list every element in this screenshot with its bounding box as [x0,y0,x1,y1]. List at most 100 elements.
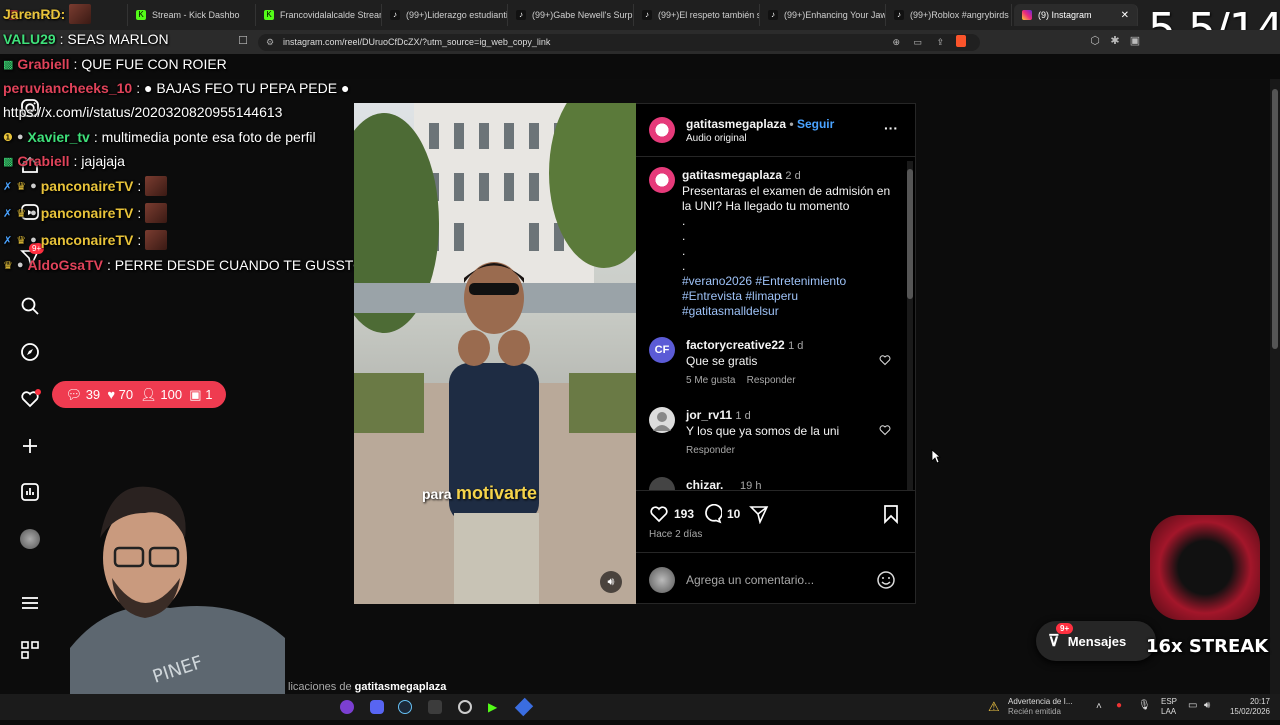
mouse-cursor-icon [931,449,941,464]
commenter-avatar[interactable] [649,477,675,491]
extension-icon[interactable]: ⬡ [1088,34,1102,48]
badge-icon: ● [16,131,24,143]
dashboard-icon[interactable] [19,481,41,503]
brave-shield-icon[interactable] [956,35,966,47]
kick-icon: K [136,10,146,20]
bookmark-icon[interactable]: ☐ [236,34,250,48]
browser-tab[interactable]: ♪ (99+)Enhancing Your Jawli [760,4,886,26]
commenter-avatar[interactable]: CF [649,337,675,363]
chat-message: ✗ ♛ ● panconaireTV: [3,230,168,250]
taskbar: ▶ ⚠ Advertencia de I... Recién emitida ˄… [0,694,1280,720]
chat-message: https://x.com/i/status/20203208209551446… [3,104,283,120]
reel-video[interactable]: para motivarte 🔊︎ [354,103,636,604]
chat-message: ✗ ♛ ● panconaireTV: [3,176,168,196]
comment-like-icon[interactable] [879,424,891,436]
tiktok-icon: ♪ [390,10,400,20]
browser-tab[interactable]: ♪ (99+)Roblox #angrybirds [886,4,1012,26]
comments-scrollbar[interactable] [907,161,913,491]
hashtag-link[interactable]: #verano2026 #Entretenimiento [682,274,846,288]
instagram-icon [1022,10,1032,20]
app-icon[interactable] [340,700,354,714]
streamer-webcam: PINEF [70,478,285,720]
create-icon[interactable] [19,435,41,457]
author-username[interactable]: gatitasmegaplaza [686,117,786,131]
close-icon[interactable]: ✕ [1121,10,1129,21]
comment-count[interactable]: 10 [727,507,740,521]
emoji-icon[interactable] [876,570,896,590]
site-info-icon[interactable]: ⚙ [266,34,274,51]
profile-avatar[interactable] [19,528,41,550]
kick-app-icon[interactable]: ▶ [488,700,497,714]
reply-button[interactable]: Responder [686,445,735,456]
badge-icon: ● [30,207,37,219]
more-options-icon[interactable]: ··· [884,120,898,136]
search-icon[interactable] [19,295,41,317]
chat-message: ▩ Grabiell: jajajaja [3,153,125,169]
comment: jor_rv11 1 d [686,408,751,422]
streak-mascot [1150,515,1260,620]
volume-icon[interactable]: 🔊︎ [600,571,622,593]
chat-message: ▩ Grabiell: QUE FUE CON ROIER [3,56,227,72]
explore-icon[interactable] [19,341,41,363]
follow-button[interactable]: Seguir [797,117,834,131]
emote-image [145,203,168,223]
more-apps-icon[interactable] [19,639,41,661]
volume-icon[interactable]: 🔊︎ [1204,700,1210,711]
browser-tab[interactable]: K Francovidalalcalde Stream [256,4,382,26]
browser-tab-bar: JarenRD: K Stream - Kick Dashbo K Franco… [0,0,1280,30]
comment-likes[interactable]: 5 Me gusta [686,375,735,386]
warning-icon[interactable]: ⚠ [988,699,1000,715]
browser-tab[interactable]: ♪ (99+)Liderazgo estudiantil [382,4,508,26]
like-count[interactable]: 193 [674,507,694,521]
messages-button[interactable]: ⊽ 9+ Mensajes [1036,621,1156,661]
video-caption: para motivarte [422,483,538,503]
stream-stats-pill: 💬︎ 39 ♥ 70 👤︎ 100 ▣ 1 [52,381,226,408]
comment-like-icon[interactable] [879,354,891,366]
menu-icon[interactable] [19,592,41,614]
network-icon[interactable]: ▭ [1188,700,1197,711]
sub-stat: ▣ 1 [189,386,213,402]
divider [636,552,915,553]
chevron-up-icon[interactable]: ˄ [1096,701,1102,712]
obs-icon[interactable] [458,700,472,714]
browser-tab[interactable]: K Stream - Kick Dashbo [128,4,256,26]
comment-icon[interactable] [702,504,722,524]
notification-title[interactable]: Advertencia de I... [1008,697,1072,706]
caption-avatar[interactable] [649,167,675,193]
app-tray-icon[interactable]: ● [1116,700,1122,711]
audio-label[interactable]: Audio original [686,133,747,144]
browser-tab[interactable]: ♪ (99+)El respeto también s [634,4,760,26]
browser-tab[interactable]: ♪ (99+)Gabe Newell's Surp [508,4,634,26]
post-date[interactable]: Hace 2 días [649,529,702,540]
clock-date[interactable]: 15/02/2026 [1222,707,1270,716]
app-icon[interactable] [428,700,442,714]
divider [636,490,915,491]
share-icon[interactable]: ⇪ [936,34,944,51]
page-scrollbar[interactable] [1270,79,1280,694]
app-icon[interactable] [514,697,534,717]
zoom-icon[interactable]: ⊕ [892,34,900,51]
like-icon[interactable] [649,504,669,524]
heart-icon[interactable] [19,388,41,410]
divider [636,156,915,157]
sidebar-icon[interactable]: ▣ [1128,34,1142,48]
browser-tab-active[interactable]: (9) Instagram ✕ [1014,4,1138,26]
language-indicator[interactable]: ESP [1161,697,1177,706]
clock-time[interactable]: 20:17 [1230,697,1270,706]
install-icon[interactable]: ▭ [913,34,922,51]
reply-button[interactable]: Responder [747,375,796,386]
commenter-avatar[interactable] [649,407,675,433]
puzzle-icon[interactable]: ✱ [1108,34,1122,48]
more-posts-heading: licaciones de gatitasmegaplaza [288,681,447,693]
author-avatar[interactable] [649,117,675,143]
mic-icon[interactable]: 🎙︎ [1138,700,1151,711]
save-icon[interactable] [882,504,900,524]
hashtag-link[interactable]: #gatitasmalldelsur [682,304,779,318]
steam-icon[interactable] [398,700,412,714]
crown-badge-icon: ♛ [16,234,27,247]
discord-icon[interactable] [370,700,384,714]
url-bar[interactable]: ⚙ instagram.com/reel/DUruoCfDcZX/?utm_so… [258,34,980,51]
comment-input[interactable]: Agrega un comentario... [686,573,814,587]
hashtag-link[interactable]: #Entrevista #limaperu [682,289,798,303]
share-icon[interactable] [749,504,769,524]
